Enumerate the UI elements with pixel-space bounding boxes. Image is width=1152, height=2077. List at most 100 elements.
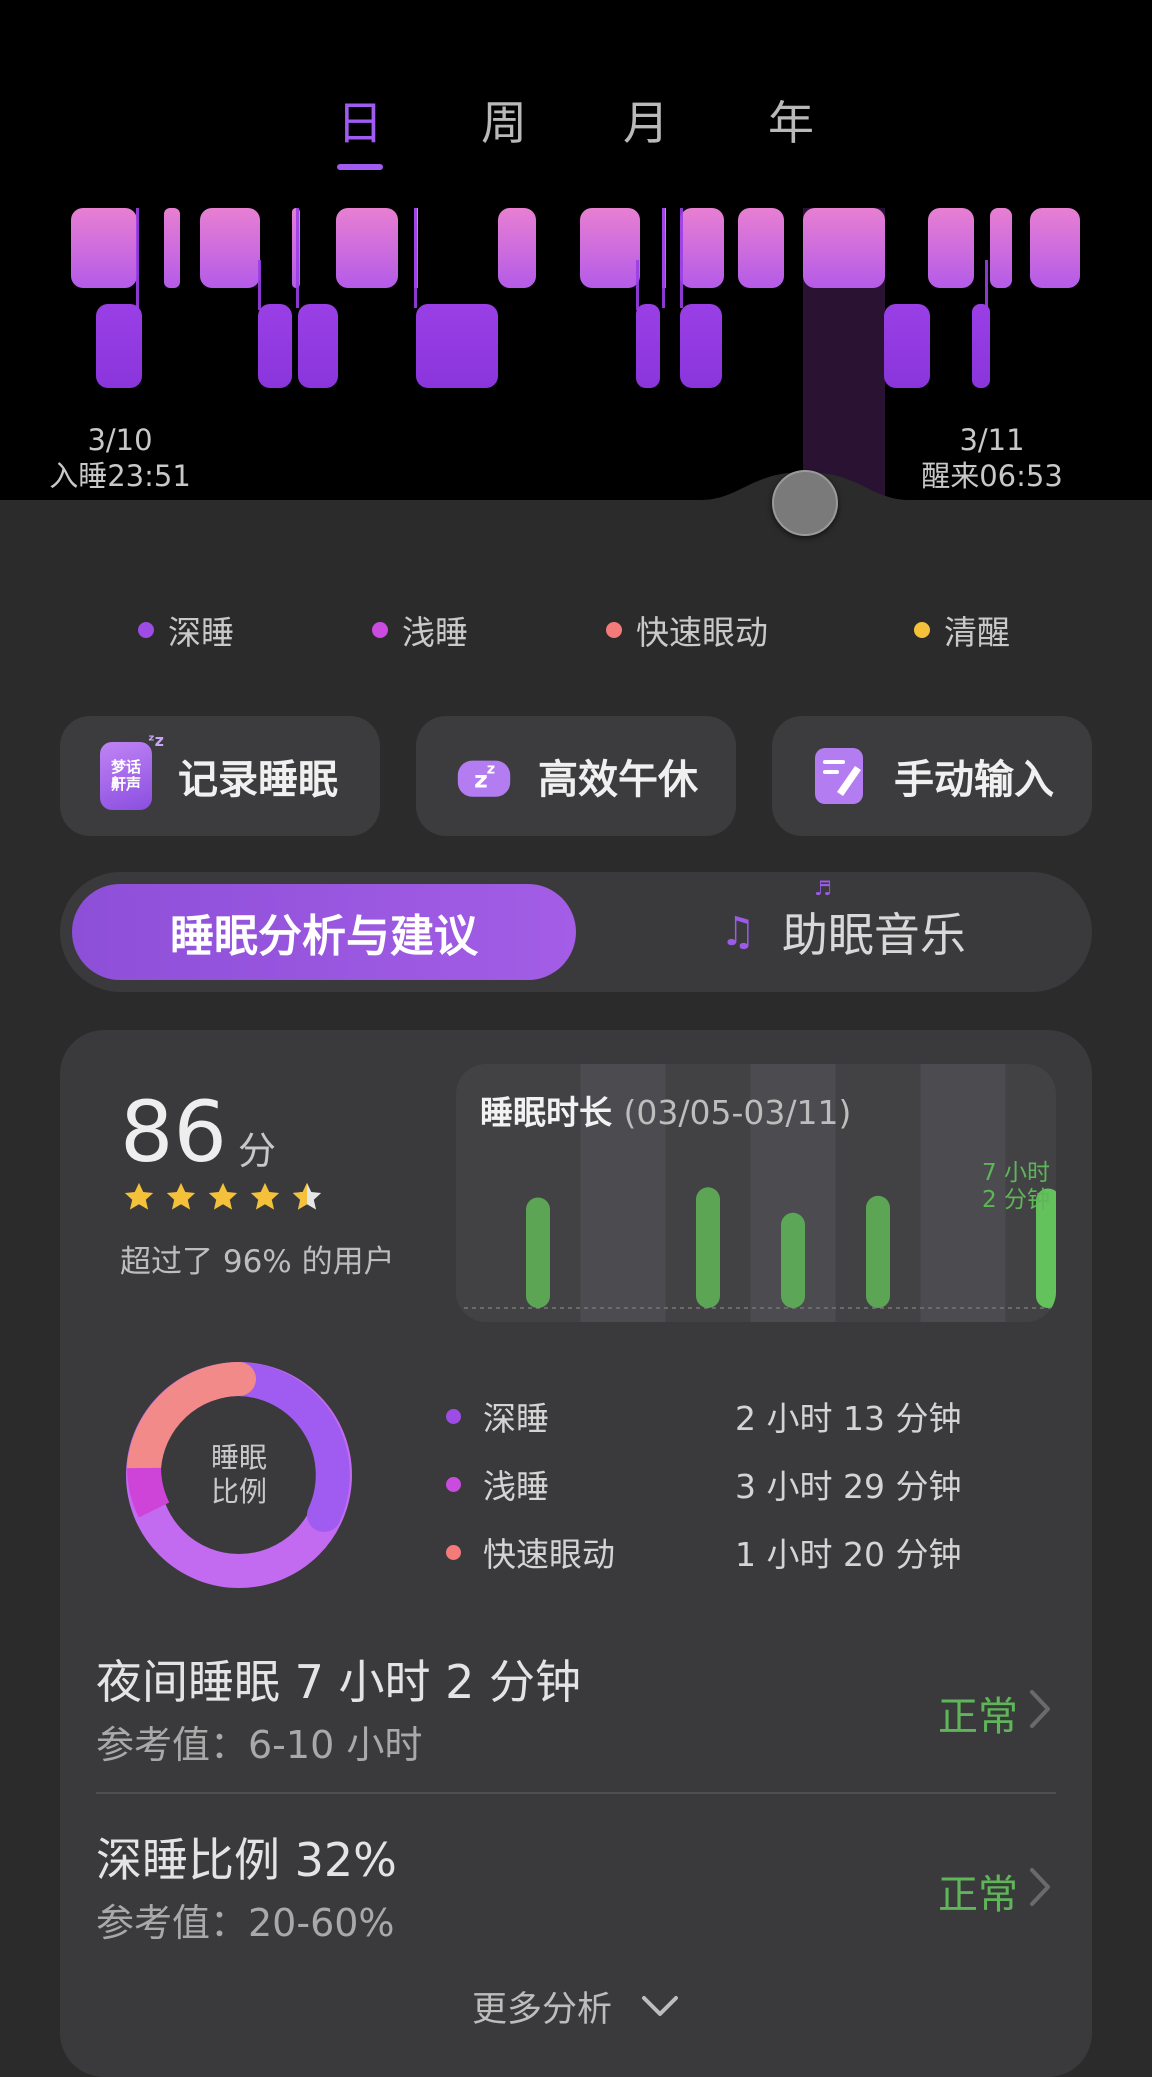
metric-divider: [96, 1792, 1056, 1794]
sleep-ratio-donut: 睡眠 比例: [124, 1360, 354, 1590]
more-analysis-button[interactable]: 更多分析: [60, 1976, 1092, 2036]
duration-chart-title: 睡眠时长 (03/05-03/11): [480, 1086, 851, 1134]
star-half-icon: [292, 1182, 322, 1210]
manual-input-button[interactable]: 手动输入: [772, 716, 1092, 836]
duration-callout: 7 小时 2 分钟: [982, 1160, 1050, 1214]
hypno-deep-seg: [416, 304, 498, 388]
legend-deep: 深睡: [138, 606, 234, 654]
legend-dot: [606, 622, 622, 638]
action-label: 高效午休: [538, 757, 698, 803]
active-tab-indicator: [337, 164, 383, 170]
panel-notch: [0, 472, 1152, 540]
stage-name: 深睡: [483, 1399, 549, 1438]
hypno-light-seg: [336, 208, 398, 288]
stage-legend: 深睡 浅睡 快速眼动 清醒: [0, 606, 1152, 654]
stage-row-light: 浅睡 3 小时 29 分钟: [446, 1450, 1006, 1518]
sleep-duration-chart[interactable]: 睡眠时长 (03/05-03/11) 7 小时 2 分钟: [456, 1064, 1056, 1322]
duration-range-text: (03/05-03/11): [623, 1093, 852, 1132]
hypno-light-seg: [738, 208, 784, 288]
dream-talk-icon: 梦话 鼾声 ᶻz: [100, 732, 164, 810]
tab-sleep-analysis[interactable]: 睡眠分析与建议: [72, 884, 576, 980]
stage-dot: [446, 1544, 461, 1560]
tab-week[interactable]: 周: [459, 88, 549, 158]
edit-note-icon: [812, 743, 868, 809]
tab-month[interactable]: 月: [601, 88, 691, 158]
sleep-stage-hypnogram[interactable]: 3/10 入睡23:51 3/11 醒来06:53: [0, 200, 1152, 500]
donut-label-line: 睡眠: [210, 1441, 267, 1474]
metric-status: 正常: [938, 1872, 1018, 1918]
stage-value: 3 小时 29 分钟: [735, 1467, 962, 1506]
legend-label: 清醒: [944, 613, 1010, 652]
night-sleep-metric[interactable]: 夜间睡眠 7 小时 2 分钟 参考值：6-10 小时 正常: [96, 1646, 1056, 1806]
icon-text: 梦话: [110, 758, 141, 776]
legend-dot: [138, 622, 154, 638]
hypno-light-seg: [498, 208, 536, 288]
legend-label: 浅睡: [402, 613, 468, 652]
hypno-deep-seg: [298, 304, 338, 388]
hypno-deep-seg: [258, 304, 292, 388]
stage-name: 浅睡: [483, 1467, 549, 1506]
action-label: 记录睡眠: [178, 757, 338, 803]
record-sleep-button[interactable]: 梦话 鼾声 ᶻz 记录睡眠: [60, 716, 380, 836]
legend-dot: [914, 622, 930, 638]
hypno-light-seg: [990, 208, 1012, 288]
callout-hours: 7 小时: [982, 1160, 1050, 1186]
callout-minutes: 2 分钟: [982, 1187, 1050, 1213]
chevron-right-icon: [1030, 1868, 1050, 1906]
svg-text:z: z: [487, 761, 495, 777]
hypno-light-seg: [928, 208, 974, 288]
star-full-icon: [124, 1182, 154, 1210]
score-rank-text: 超过了 96% 的用户: [120, 1244, 395, 1280]
hypno-light-seg: [803, 208, 885, 288]
sleep-analysis-card: 86 分 超过了 96% 的用户 睡眠时长 (03/05-03/11) 7 小时…: [60, 1030, 1092, 2077]
analysis-music-segment: 睡眠分析与建议 ♫ ♬ 助眠音乐: [60, 872, 1092, 992]
metric-reference: 参考值：20-60%: [96, 1901, 395, 1945]
hypno-light-seg: [1030, 208, 1080, 288]
stage-name: 快速眼动: [483, 1535, 615, 1574]
legend-light: 浅睡: [372, 606, 468, 654]
tab-sleep-music[interactable]: ♫ ♬ 助眠音乐: [690, 876, 1050, 980]
legend-dot: [372, 622, 388, 638]
hypno-deep-seg: [680, 304, 722, 388]
hypno-light-seg: [164, 208, 180, 288]
sleep-score-unit: 分: [238, 1129, 277, 1173]
duration-title-text: 睡眠时长: [480, 1093, 612, 1132]
sleep-end-date: 3/11: [959, 423, 1025, 457]
metric-title: 夜间睡眠 7 小时 2 分钟: [96, 1655, 582, 1709]
music-note-small-icon: ♬: [814, 876, 832, 900]
tab-label: 助眠音乐: [781, 908, 966, 962]
hypno-light-seg: [200, 208, 260, 288]
legend-label: 快速眼动: [636, 613, 768, 652]
donut-label-line: 比例: [210, 1475, 267, 1508]
efficient-nap-button[interactable]: z z 高效午休: [416, 716, 736, 836]
sleep-start-date: 3/10: [87, 423, 153, 457]
stage-dot: [446, 1408, 461, 1424]
tab-day[interactable]: 日: [315, 88, 405, 158]
stage-row-deep: 深睡 2 小时 13 分钟: [446, 1382, 1006, 1450]
hypno-light-seg: [580, 208, 640, 288]
more-analysis-label: 更多分析: [471, 1989, 612, 2030]
z-glyph: ᶻz: [148, 731, 164, 750]
metric-status: 正常: [938, 1694, 1018, 1740]
star-full-icon: [250, 1182, 280, 1210]
duration-bar: [526, 1197, 550, 1308]
legend-awake: 清醒: [914, 606, 1010, 654]
tab-year[interactable]: 年: [746, 88, 836, 158]
star-full-icon: [208, 1182, 238, 1210]
stage-value: 2 小时 13 分钟: [735, 1399, 962, 1438]
period-tabs: 日 周 月 年: [0, 88, 1152, 178]
deep-sleep-ratio-metric[interactable]: 深睡比例 32% 参考值：20-60% 正常: [96, 1824, 1056, 1984]
stage-row-rem: 快速眼动 1 小时 20 分钟: [446, 1518, 1006, 1586]
hypno-light-seg: [71, 208, 137, 288]
svg-text:z: z: [474, 766, 488, 794]
chevron-down-icon: [642, 1996, 678, 2016]
hypno-deep-seg: [972, 304, 990, 388]
icon-text: 鼾声: [110, 775, 141, 793]
star-full-icon: [166, 1182, 196, 1210]
hypno-light-seg: [680, 208, 724, 288]
duration-bar: [866, 1195, 890, 1308]
chevron-right-icon: [1030, 1690, 1050, 1728]
timeline-scrubber-handle[interactable]: [772, 470, 838, 536]
quick-actions: 梦话 鼾声 ᶻz 记录睡眠 z z 高效午休 手动输入: [60, 716, 1092, 838]
sleep-score: 86: [120, 1083, 227, 1181]
